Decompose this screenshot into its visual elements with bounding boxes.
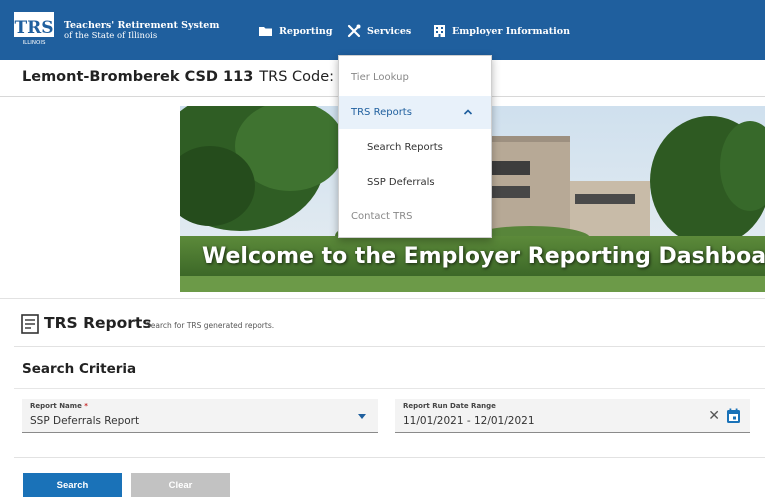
required-marker: * [84, 402, 88, 410]
nav-reporting-label: Reporting [279, 25, 333, 37]
hero-title: Welcome to the Employer Reporting Dashbo… [202, 244, 765, 269]
calendar-icon[interactable] [726, 408, 741, 424]
tools-icon [347, 24, 361, 38]
report-name-value: SSP Deferrals Report [30, 415, 140, 427]
report-name-label: Report Name * [30, 402, 88, 410]
close-icon[interactable]: ✕ [708, 409, 720, 423]
date-range-field[interactable]: Report Run Date Range 11/01/2021 - 12/01… [395, 399, 750, 433]
org-name: Teachers' Retirement System of the State… [64, 20, 219, 42]
nav-employer-information-label: Employer Information [452, 25, 570, 37]
menu-item-trs-reports[interactable]: TRS Reports [339, 96, 491, 129]
svg-text:ILLINOIS: ILLINOIS [23, 40, 46, 46]
menu-item-trs-reports-label: TRS Reports [351, 107, 412, 118]
chevron-up-icon [463, 109, 473, 115]
menu-item-ssp-deferrals[interactable]: SSP Deferrals [339, 171, 491, 193]
search-criteria-heading: Search Criteria [22, 361, 137, 377]
nav-services[interactable]: Services [347, 22, 411, 40]
search-button[interactable]: Search [23, 473, 122, 497]
folder-icon [259, 27, 272, 36]
clear-button[interactable]: Clear [131, 473, 230, 497]
divider [0, 298, 765, 299]
divider [14, 457, 765, 458]
org-name-line2: of the State of Illinois [64, 31, 158, 41]
services-dropdown-menu: Tier Lookup TRS Reports Search Reports S… [338, 55, 492, 238]
top-nav-bar: TRS ILLINOIS Teachers' Retirement System… [0, 0, 765, 60]
date-range-label: Report Run Date Range [403, 402, 496, 410]
page-title: TRS Reports [44, 314, 152, 332]
employer-name: Lemont-Bromberek CSD 113 [22, 69, 254, 85]
org-name-line1: Teachers' Retirement System [64, 20, 220, 31]
trs-logo-icon: TRS ILLINOIS [14, 12, 54, 46]
menu-item-search-reports[interactable]: Search Reports [339, 136, 491, 158]
svg-text:TRS: TRS [14, 18, 53, 38]
menu-item-contact-trs[interactable]: Contact TRS [339, 205, 491, 227]
nav-reporting[interactable]: Reporting [258, 22, 332, 40]
building-icon [434, 25, 445, 37]
divider [14, 346, 765, 347]
report-icon [21, 314, 39, 334]
nav-employer-information[interactable]: Employer Information [433, 22, 570, 40]
date-range-value: 11/01/2021 - 12/01/2021 [403, 415, 535, 427]
employer-heading: Lemont-Bromberek CSD 113 TRS Code: 01( [22, 69, 363, 85]
nav-services-label: Services [367, 25, 412, 37]
page-subtitle: Search for TRS generated reports. [146, 321, 275, 330]
menu-item-tier-lookup[interactable]: Tier Lookup [339, 66, 491, 88]
chevron-down-icon[interactable] [358, 414, 366, 419]
trs-logo[interactable]: TRS ILLINOIS [14, 12, 54, 46]
divider [14, 388, 765, 389]
report-name-select[interactable]: Report Name * SSP Deferrals Report [22, 399, 378, 433]
